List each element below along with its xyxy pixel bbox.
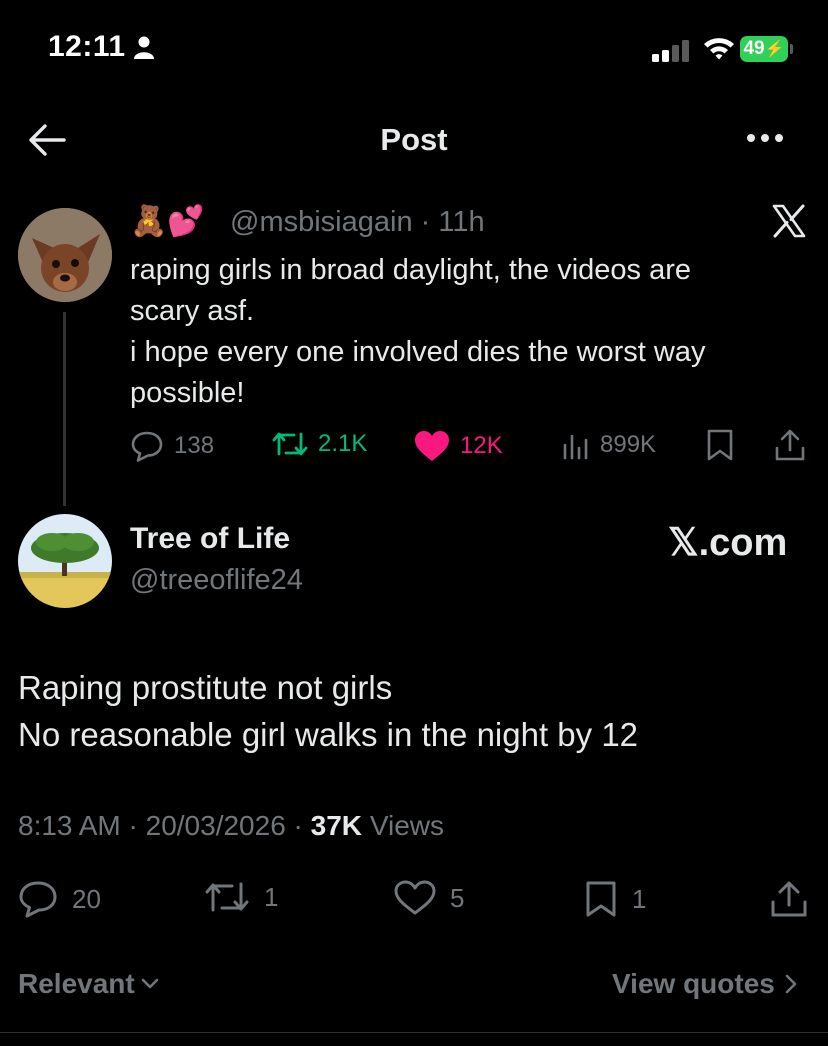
heart-outline-icon — [394, 880, 436, 915]
avatar[interactable] — [18, 514, 112, 608]
separator-dot: · — [120, 810, 146, 841]
separator-dot: · — [285, 810, 311, 841]
like-count: 5 — [450, 882, 465, 913]
battery-level: 49 — [743, 38, 765, 59]
reply-count: 20 — [72, 883, 101, 914]
cellular-signal-icon — [652, 40, 689, 62]
like-count: 12K — [460, 432, 503, 459]
reply-button[interactable]: 20 — [18, 880, 101, 918]
text-line: possible! — [130, 377, 245, 409]
sort-replies-dropdown[interactable]: Relevant — [18, 968, 159, 1000]
reply-icon — [19, 881, 57, 918]
repost-icon — [272, 432, 308, 456]
x-logo-icon — [772, 204, 806, 238]
status-time: 12:11 — [48, 30, 126, 63]
heart-filled-icon — [415, 431, 449, 461]
post-metadata: 8:13 AM · 20/03/2026 · 37K Views — [18, 810, 444, 842]
text-line: i hope every one involved dies the worst… — [130, 336, 706, 368]
text-line: No reasonable girl walks in the night by… — [18, 716, 639, 753]
repost-icon — [205, 882, 249, 912]
separator-dot: · — [412, 206, 439, 238]
bookmark-icon — [586, 881, 616, 917]
chevron-down-icon — [141, 978, 159, 989]
post-text: Raping prostitute not girls No reasonabl… — [18, 664, 808, 758]
sort-label: Relevant — [18, 968, 135, 999]
views-count: 37K — [310, 810, 363, 841]
x-com-watermark: 𝕏.com — [668, 522, 788, 564]
bookmark-icon[interactable] — [706, 428, 734, 462]
page-title: Post — [380, 122, 448, 157]
repost-count: 1 — [264, 881, 279, 912]
analytics-icon — [563, 434, 588, 460]
author-name[interactable]: Tree of Life — [130, 522, 290, 556]
text-line: scary asf. — [130, 295, 255, 327]
battery-nub — [790, 44, 793, 54]
avatar[interactable] — [18, 208, 112, 302]
more-options-icon[interactable] — [746, 132, 784, 144]
wifi-icon — [704, 38, 734, 60]
quoted-repost-button[interactable]: 2.1K — [272, 430, 367, 458]
view-quotes-label: View quotes — [612, 968, 775, 999]
bookmark-count: 1 — [632, 883, 647, 914]
quoted-handle: @msbisiagain — [230, 206, 413, 238]
quoted-post-text: raping girls in broad daylight, the vide… — [130, 250, 790, 414]
battery-indicator: 49 ⚡ — [740, 36, 788, 62]
view-count: 899K — [600, 431, 657, 458]
share-icon[interactable] — [774, 428, 806, 462]
chevron-right-icon — [785, 974, 797, 994]
quoted-views-button[interactable]: 899K — [562, 430, 656, 460]
thread-connector-line — [63, 312, 66, 506]
post-date: 20/03/2026 — [145, 810, 286, 841]
quoted-like-button[interactable]: 12K — [414, 430, 503, 462]
post-time: 8:13 AM — [18, 810, 121, 841]
quoted-handle-line[interactable]: @msbisiagain · 11h — [230, 206, 485, 239]
repost-count: 2.1K — [318, 430, 368, 457]
quoted-reply-button[interactable]: 138 — [130, 430, 214, 462]
share-icon[interactable] — [770, 880, 808, 918]
repost-button[interactable]: 1 — [204, 880, 278, 914]
charging-bolt-icon: ⚡ — [764, 41, 785, 58]
text-line: Raping prostitute not girls — [18, 669, 393, 706]
display-name-emoji: 🧸💕 — [130, 205, 205, 238]
view-quotes-link[interactable]: View quotes — [612, 968, 797, 1000]
tree-avatar-image — [18, 514, 112, 608]
author-handle[interactable]: @treeoflife24 — [130, 564, 303, 597]
dog-avatar-image — [18, 208, 112, 302]
bookmark-button[interactable]: 1 — [584, 880, 646, 918]
quoted-age: 11h — [438, 206, 485, 238]
views-label: Views — [369, 810, 444, 841]
person-icon — [134, 36, 154, 59]
divider — [0, 1032, 828, 1033]
like-button[interactable]: 5 — [394, 880, 464, 916]
reply-count: 138 — [174, 432, 215, 459]
text-line: raping girls in broad daylight, the vide… — [130, 254, 691, 286]
reply-icon — [131, 431, 163, 462]
